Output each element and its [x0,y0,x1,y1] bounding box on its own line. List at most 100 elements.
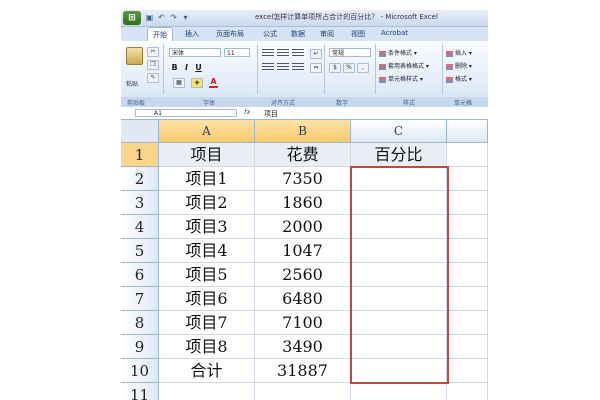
cell-a8[interactable]: 项目7 [159,311,255,335]
cell-b6[interactable]: 2560 [255,263,351,287]
cell-a3[interactable]: 项目2 [159,191,255,215]
cell-b1[interactable]: 花费 [255,143,351,167]
number-format-select[interactable]: 常规 [329,48,371,57]
cell-empty[interactable] [447,143,488,167]
underline-button[interactable]: U [194,63,203,72]
column-header-d[interactable] [447,120,488,143]
select-all-corner[interactable] [121,120,159,143]
cell-empty[interactable] [447,335,488,359]
font-color-button[interactable]: A [209,77,218,88]
row-header[interactable]: 5 [121,239,159,263]
currency-icon[interactable]: $ [329,63,341,73]
tab-formulas[interactable]: 公式 [263,29,277,39]
undo-icon[interactable]: ↶ [157,13,166,22]
delete-cells-button[interactable]: 删除 ▾ [446,61,472,70]
cell-a1[interactable]: 项目 [159,143,255,167]
row-header[interactable]: 7 [121,287,159,311]
font-size-select[interactable]: 11 [224,48,250,57]
row-header[interactable]: 8 [121,311,159,335]
tab-acrobat[interactable]: Acrobat [381,29,408,37]
row-header[interactable]: 1 [121,143,159,167]
cell-c2[interactable] [351,167,447,191]
cell-empty[interactable] [447,311,488,335]
cell-empty[interactable] [447,191,488,215]
cell-c3[interactable] [351,191,447,215]
comma-icon[interactable]: , [357,63,369,73]
cell-a11[interactable] [159,383,255,400]
worksheet-grid[interactable]: A B C 1 项目 花费 百分比 2 项目1 7350 3 项目2 1860 4 项目3 2000 5 项… [121,120,488,400]
cell-b3[interactable]: 1860 [255,191,351,215]
percent-icon[interactable]: % [343,63,355,73]
italic-button[interactable]: I [182,63,191,72]
cell-c8[interactable] [351,311,447,335]
borders-icon[interactable]: ▦ [173,78,185,88]
column-header-c[interactable]: C [351,120,447,143]
table-format-button[interactable]: 套用表格格式 ▾ [379,61,429,70]
cell-c5[interactable] [351,239,447,263]
cell-b4[interactable]: 2000 [255,215,351,239]
tab-review[interactable]: 审阅 [320,29,334,39]
column-header-a[interactable]: A [159,120,255,143]
merge-cells-icon[interactable]: ⇔ [310,63,322,73]
cell-c1[interactable]: 百分比 [351,143,447,167]
cell-empty[interactable] [447,215,488,239]
row-header[interactable]: 4 [121,215,159,239]
insert-function-icon[interactable]: fx [244,108,251,116]
row-header[interactable]: 9 [121,335,159,359]
quick-access-dropdown-icon[interactable]: ▾ [181,13,190,22]
tab-home[interactable]: 开始 [147,27,173,41]
cell-a6[interactable]: 项目5 [159,263,255,287]
formula-input[interactable]: 项目 [264,109,278,119]
cell-a2[interactable]: 项目1 [159,167,255,191]
insert-cells-button[interactable]: 插入 ▾ [446,48,472,57]
cell-b5[interactable]: 1047 [255,239,351,263]
align-bottom-icon[interactable] [292,49,304,57]
column-header-b[interactable]: B [255,120,351,143]
wrap-text-icon[interactable]: ↵ [310,49,322,59]
cell-c9[interactable] [351,335,447,359]
align-left-icon[interactable] [262,63,274,71]
cell-empty[interactable] [447,383,488,400]
name-box[interactable]: A1 [135,109,237,117]
font-name-select[interactable]: 宋体 [169,48,221,57]
cell-b9[interactable]: 3490 [255,335,351,359]
cell-a5[interactable]: 项目4 [159,239,255,263]
copy-icon[interactable]: ❐ [147,60,159,70]
row-header[interactable]: 6 [121,263,159,287]
paste-label[interactable]: 粘贴 [126,79,138,88]
conditional-format-button[interactable]: 条件格式 ▾ [379,48,417,57]
cell-empty[interactable] [447,263,488,287]
cell-empty[interactable] [447,167,488,191]
align-right-icon[interactable] [292,63,304,71]
row-header[interactable]: 2 [121,167,159,191]
cell-c10[interactable] [351,359,447,383]
cell-b7[interactable]: 6480 [255,287,351,311]
cell-a4[interactable]: 项目3 [159,215,255,239]
cell-a7[interactable]: 项目6 [159,287,255,311]
cell-c4[interactable] [351,215,447,239]
cell-empty[interactable] [447,287,488,311]
align-top-icon[interactable] [262,49,274,57]
row-header[interactable]: 3 [121,191,159,215]
row-header[interactable]: 10 [121,359,159,383]
tab-insert[interactable]: 插入 [185,29,199,39]
save-icon[interactable]: ▣ [145,13,154,22]
cell-empty[interactable] [447,239,488,263]
cell-c7[interactable] [351,287,447,311]
cell-b11[interactable] [255,383,351,400]
cell-b8[interactable]: 7100 [255,311,351,335]
fill-color-icon[interactable]: ◈ [191,78,203,88]
format-cells-button[interactable]: 格式 ▾ [446,74,472,83]
tab-view[interactable]: 视图 [351,29,365,39]
cell-c6[interactable] [351,263,447,287]
paste-icon[interactable] [126,47,143,65]
align-middle-icon[interactable] [277,49,289,57]
align-center-icon[interactable] [277,63,289,71]
cell-b2[interactable]: 7350 [255,167,351,191]
row-header[interactable]: 11 [121,383,159,400]
cell-c11[interactable] [351,383,447,400]
format-painter-icon[interactable]: ✎ [147,73,159,83]
cell-empty[interactable] [447,359,488,383]
cell-style-button[interactable]: 单元格样式 ▾ [379,74,423,83]
excel-logo-icon[interactable]: ⊞ [123,11,141,25]
